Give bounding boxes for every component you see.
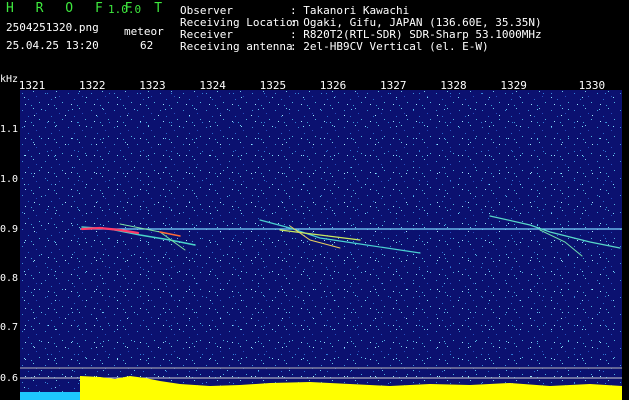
y-tick: 0.9 bbox=[0, 224, 19, 235]
y-tick: 0.8 bbox=[0, 273, 19, 284]
waterfall-spectrogram bbox=[20, 90, 622, 400]
filename-label: 2504251320.png bbox=[6, 21, 99, 34]
y-tick: 0.6 bbox=[0, 373, 19, 384]
level-base-strip bbox=[20, 392, 80, 400]
y-tick: 1.0 bbox=[0, 174, 19, 185]
app-version: 1.0.0 bbox=[108, 3, 142, 16]
antenna-value: : 2el-HB9CV Vertical (el. E-W) bbox=[290, 40, 489, 53]
meteor-count-label: meteor bbox=[124, 25, 164, 38]
y-axis-unit: kHz bbox=[0, 74, 19, 85]
timestamp-label: 25.04.25 13:20 bbox=[6, 39, 99, 52]
noise-overlay bbox=[20, 90, 622, 400]
app-brand: H R O F F T bbox=[6, 1, 170, 16]
y-tick: 1.1 bbox=[0, 124, 19, 135]
meteor-count-value: 62 bbox=[140, 39, 154, 52]
y-tick: 0.7 bbox=[0, 322, 19, 333]
antenna-label: Receiving antenna bbox=[180, 40, 293, 53]
